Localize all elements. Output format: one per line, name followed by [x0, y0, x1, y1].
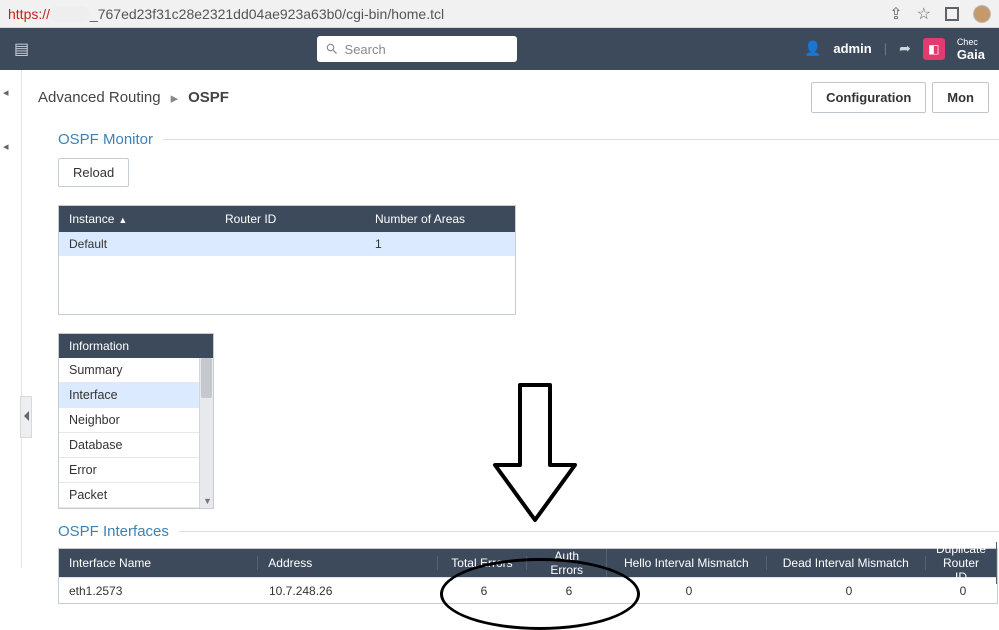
extension-icon[interactable]: [945, 7, 959, 21]
info-item-packet[interactable]: Packet: [59, 483, 213, 508]
logout-icon[interactable]: ➦: [899, 40, 911, 57]
cell-duplicate-router-id: 0: [929, 584, 997, 598]
cell-dead-mismatch: 0: [769, 584, 929, 598]
ospf-interfaces-table: Interface Name Address Total Errors Auth…: [58, 548, 998, 604]
browser-url-bar: https:// _767ed23f31c28e2321dd04ae923a63…: [0, 0, 999, 28]
page-icon[interactable]: ▤: [14, 39, 29, 59]
ospf-interfaces-title: OSPF Interfaces: [58, 523, 999, 540]
info-item-database[interactable]: Database: [59, 433, 213, 458]
listbox-scrollbar[interactable]: ▼: [199, 358, 213, 508]
url-protocol: https://: [8, 6, 50, 22]
chevron-right-icon: ▸: [171, 89, 179, 107]
cell-num-areas: 1: [365, 237, 515, 251]
col-auth-errors[interactable]: Auth Errors: [527, 549, 607, 577]
breadcrumb-current: OSPF: [188, 89, 229, 106]
left-rail: ◂ ◂: [0, 70, 22, 568]
search-placeholder: Search: [345, 42, 386, 57]
info-item-error[interactable]: Error: [59, 458, 213, 483]
instance-table-empty: [59, 256, 515, 314]
url-host-redacted: [50, 6, 90, 22]
instance-row[interactable]: Default 1: [59, 232, 515, 256]
cell-total-errors: 6: [439, 584, 529, 598]
profile-avatar[interactable]: [973, 5, 991, 23]
main-area: ◂ ◂ Advanced Routing ▸ OSPF Configuratio…: [0, 70, 999, 568]
pin-icon[interactable]: ◂: [3, 140, 9, 153]
information-header: Information: [59, 334, 213, 358]
info-item-interface[interactable]: Interface: [59, 383, 213, 408]
browser-actions: ⇪ ☆: [889, 4, 991, 24]
cell-instance: Default: [59, 237, 215, 251]
instance-table: Instance▲ Router ID Number of Areas Defa…: [58, 205, 516, 315]
search-input[interactable]: Search: [317, 36, 517, 62]
info-item-neighbor[interactable]: Neighbor: [59, 408, 213, 433]
url-text[interactable]: https:// _767ed23f31c28e2321dd04ae923a63…: [8, 6, 881, 22]
col-duplicate-router-id[interactable]: Duplicate Router ID: [926, 542, 997, 584]
configuration-button[interactable]: Configuration: [811, 82, 926, 113]
user-icon: 👤: [804, 40, 821, 57]
cell-address: 10.7.248.26: [259, 584, 439, 598]
username-label[interactable]: admin: [833, 41, 871, 56]
sort-asc-icon: ▲: [118, 215, 127, 225]
col-num-areas[interactable]: Number of Areas: [365, 212, 515, 226]
cell-auth-errors: 6: [529, 584, 609, 598]
app-top-bar: ▤ Search 👤 admin | ➦ ◧ Chec Gaia: [0, 28, 999, 70]
breadcrumb: Advanced Routing ▸ OSPF: [38, 89, 229, 107]
information-listbox: Information Summary Interface Neighbor D…: [58, 333, 214, 509]
info-item-summary[interactable]: Summary: [59, 358, 213, 383]
star-icon[interactable]: ☆: [917, 4, 931, 24]
chevron-left-icon[interactable]: ◂: [3, 86, 9, 99]
brand-logo: ◧: [923, 38, 945, 60]
interface-row[interactable]: eth1.2573 10.7.248.26 6 6 0 0 0: [59, 577, 997, 603]
col-router-id[interactable]: Router ID: [215, 212, 365, 226]
cell-interface-name: eth1.2573: [59, 584, 259, 598]
breadcrumb-row: Advanced Routing ▸ OSPF Configuration Mo…: [38, 82, 999, 113]
share-icon[interactable]: ⇪: [889, 4, 902, 24]
cell-hello-mismatch: 0: [609, 584, 769, 598]
brand-text: Chec Gaia: [957, 36, 985, 62]
scroll-down-icon[interactable]: ▼: [203, 496, 212, 506]
breadcrumb-parent[interactable]: Advanced Routing: [38, 89, 161, 106]
sidebar-collapse-handle[interactable]: [20, 396, 32, 438]
ospf-monitor-title: OSPF Monitor: [58, 131, 999, 148]
scrollbar-thumb[interactable]: [201, 358, 212, 398]
reload-button[interactable]: Reload: [58, 158, 129, 187]
col-instance[interactable]: Instance▲: [59, 212, 215, 226]
url-path: _767ed23f31c28e2321dd04ae923a63b0/cgi-bi…: [90, 6, 444, 22]
search-icon: [325, 42, 339, 56]
monitor-button[interactable]: Mon: [932, 82, 989, 113]
